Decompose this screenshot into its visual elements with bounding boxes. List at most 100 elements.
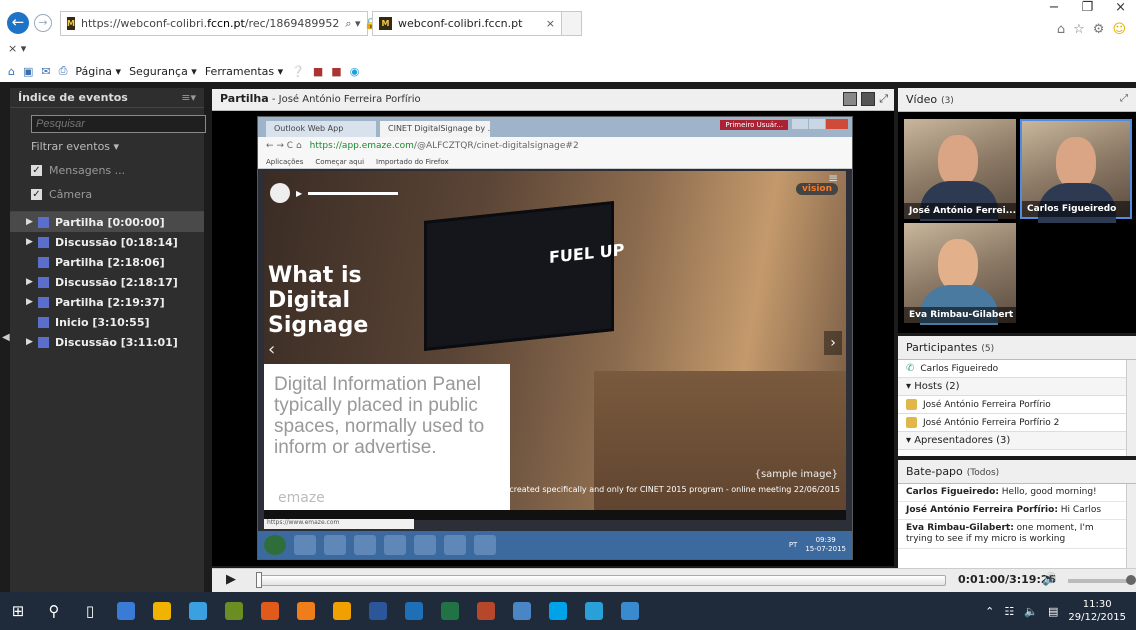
- playback-bar: ▶ 0:01:00/3:19:25 🔊: [212, 568, 1136, 592]
- tray-chevron-icon[interactable]: ⌃: [985, 605, 994, 618]
- taskbar-clock[interactable]: 11:30 29/12/2015: [1068, 598, 1126, 624]
- participant-row[interactable]: José António Ferreira Porfírio 2: [898, 414, 1136, 432]
- event-type-icon: [38, 236, 49, 248]
- taskbar-app-icon[interactable]: [396, 592, 432, 630]
- volume-slider[interactable]: [1068, 579, 1132, 583]
- address-bar[interactable]: M https://webconf-colibri.fccn.pt/rec/18…: [60, 11, 390, 36]
- print-icon[interactable]: ⎙: [59, 64, 68, 78]
- presenters-group[interactable]: ▾ Apresentadores (3): [898, 432, 1136, 450]
- search-icon[interactable]: ⚲: [36, 592, 72, 630]
- panel-menu-icon[interactable]: ≡▾: [181, 91, 196, 104]
- favorites-star-icon[interactable]: ☆: [1073, 22, 1085, 37]
- event-list: ▶ Partilha [0:00:00] ▶ Discussão [0:18:14] P…: [10, 211, 204, 352]
- expand-arrow-icon[interactable]: ▶: [26, 237, 38, 247]
- video-feed[interactable]: Carlos Figueiredo: [1020, 119, 1132, 223]
- event-item[interactable]: ▶ Partilha [0:00:00]: [10, 212, 204, 232]
- event-label: Partilha [2:19:37]: [55, 295, 165, 309]
- skype-icon[interactable]: ◉: [350, 65, 360, 78]
- minimize-button[interactable]: −: [1049, 0, 1060, 15]
- home-icon[interactable]: ⌂: [1057, 22, 1065, 37]
- participants-scrollbar[interactable]: [1126, 360, 1136, 456]
- video-count: (3): [941, 96, 954, 106]
- expand-arrow-icon[interactable]: ▶: [26, 277, 38, 287]
- volume-icon[interactable]: 🔊: [1042, 572, 1057, 586]
- event-item[interactable]: ▶ Discussão [2:18:17]: [10, 272, 204, 292]
- forward-button[interactable]: →: [34, 14, 52, 32]
- share-header: Partilha - José António Ferreira Porfíri…: [212, 89, 894, 111]
- checkbox-messages[interactable]: ✓ Mensagens ...: [31, 164, 204, 177]
- event-item[interactable]: ▶ Discussão [0:18:14]: [10, 232, 204, 252]
- hosts-group[interactable]: ▾ Hosts (2): [898, 378, 1136, 396]
- event-item[interactable]: ▶ Partilha [2:19:37]: [10, 292, 204, 312]
- volume-knob[interactable]: [1126, 575, 1136, 585]
- video-feed[interactable]: José António Ferrei...: [904, 119, 1016, 221]
- taskbar-app-icon[interactable]: [576, 592, 612, 630]
- expand-arrow-icon[interactable]: ▶: [26, 297, 38, 307]
- expand-arrow-icon[interactable]: ▶: [26, 337, 38, 347]
- onenote-linked-icon[interactable]: ■: [331, 65, 341, 78]
- onenote-icon[interactable]: ■: [313, 65, 323, 78]
- taskbar-app-icon[interactable]: [540, 592, 576, 630]
- close-button[interactable]: ×: [1115, 0, 1126, 15]
- event-item[interactable]: Inicio [3:10:55]: [10, 312, 204, 332]
- play-button[interactable]: ▶: [226, 572, 236, 587]
- smiley-icon[interactable]: ☺: [1112, 22, 1126, 37]
- taskbar-app-icon[interactable]: [504, 592, 540, 630]
- settings-gear-icon[interactable]: ⚙: [1093, 22, 1105, 37]
- expand-arrow-icon[interactable]: ▶: [26, 217, 38, 227]
- back-button[interactable]: ←: [7, 12, 29, 34]
- fullscreen-icon[interactable]: ⤢: [879, 92, 888, 106]
- tray-network-icon[interactable]: ☷: [1004, 605, 1014, 618]
- tray-volume-icon[interactable]: 🔈: [1024, 605, 1038, 618]
- taskbar-app-icon[interactable]: [216, 592, 252, 630]
- slide-audio-player: ▶: [270, 183, 399, 203]
- timeline-scrubber[interactable]: [256, 575, 946, 586]
- feeds-icon[interactable]: ▣: [23, 65, 33, 78]
- taskbar-app-icon[interactable]: [468, 592, 504, 630]
- shared-app-icon: [384, 535, 406, 555]
- help-icon[interactable]: ❔: [291, 65, 305, 78]
- taskbar-app-icon[interactable]: [612, 592, 648, 630]
- participants-header: Participantes (5): [898, 336, 1136, 360]
- taskbar-app-icon[interactable]: [324, 592, 360, 630]
- start-icon[interactable]: ⊞: [0, 592, 36, 630]
- taskbar-app-icon[interactable]: [288, 592, 324, 630]
- tab-close-icon[interactable]: ×: [546, 17, 555, 30]
- filter-events-dropdown[interactable]: Filtrar eventos ▾: [31, 140, 204, 153]
- chat-scrollbar[interactable]: [1126, 484, 1136, 568]
- task-view-icon[interactable]: ▯: [72, 592, 108, 630]
- browser-icons: ⌂ ☆ ⚙ ☺: [1057, 22, 1126, 37]
- actual-size-icon[interactable]: [861, 92, 876, 106]
- app-glyph-icon: [405, 602, 423, 620]
- collapse-handle-icon[interactable]: ◀: [2, 332, 10, 343]
- checkbox-camera[interactable]: ✓ Câmera: [31, 188, 204, 201]
- taskbar-app-icon[interactable]: [252, 592, 288, 630]
- taskbar-app-icon[interactable]: [180, 592, 216, 630]
- menu-seguranca[interactable]: Segurança ▾: [129, 65, 197, 78]
- timeline-thumb[interactable]: [256, 572, 262, 588]
- app-glyph-icon: [261, 602, 279, 620]
- new-tab-button[interactable]: [562, 11, 582, 36]
- menu-ferramentas[interactable]: Ferramentas ▾: [205, 65, 283, 78]
- participant-row[interactable]: José António Ferreira Porfírio: [898, 396, 1136, 414]
- mail-icon[interactable]: ✉: [41, 65, 50, 78]
- favorites-row[interactable]: × ▾: [8, 42, 26, 55]
- fit-view-icon[interactable]: [843, 92, 858, 106]
- taskbar-app-icon[interactable]: [360, 592, 396, 630]
- tray-notifications-icon[interactable]: ▤: [1048, 605, 1058, 618]
- home-icon[interactable]: ⌂: [8, 65, 15, 78]
- browser-tab[interactable]: M webconf-colibri.fccn.pt ×: [372, 11, 562, 36]
- restore-button[interactable]: ❐: [1081, 0, 1093, 15]
- taskbar-app-icon[interactable]: [144, 592, 180, 630]
- event-search-input[interactable]: [31, 115, 206, 133]
- taskbar-app-icon[interactable]: [108, 592, 144, 630]
- event-item[interactable]: ▶ Discussão [3:11:01]: [10, 332, 204, 352]
- shared-app-icon: [294, 535, 316, 555]
- menu-pagina[interactable]: Página ▾: [75, 65, 121, 78]
- taskbar-app-icon[interactable]: [432, 592, 468, 630]
- maximize-icon[interactable]: ⤢: [1120, 93, 1128, 104]
- participant-row[interactable]: ✆ Carlos Figueiredo: [898, 360, 1136, 378]
- event-item[interactable]: Partilha [2:18:06]: [10, 252, 204, 272]
- play-icon: ▶: [296, 188, 303, 198]
- video-feed[interactable]: Eva Rimbau-Gilabert: [904, 223, 1016, 325]
